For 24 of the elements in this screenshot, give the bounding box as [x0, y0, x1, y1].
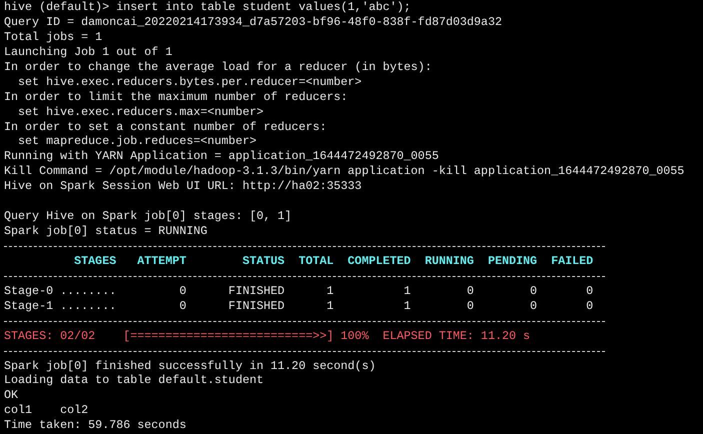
terminal-line: Spark job[0] status = RUNNING	[4, 224, 208, 238]
terminal-line: set hive.exec.reducers.max=<number>	[17, 104, 264, 119]
terminal-line: Hive on Spark Session Web UI URL: http://ha02:35333	[4, 179, 362, 194]
progress-line: STAGES: 02/02 [==========================>>] 100% ELAPSED TIME: 11.20 s	[4, 328, 530, 343]
terminal-line: col1 col2	[4, 403, 88, 418]
terminal-line: set hive.exec.reducers.bytes.per.reducer=<number>	[17, 74, 362, 89]
terminal-line: In order to limit the maximum number of reducers:	[4, 90, 348, 104]
terminal-line: Total jobs = 1	[4, 30, 102, 44]
terminal-line: Loading data to table default.student	[4, 373, 264, 388]
terminal-line: Spark job[0] finished successfully in 11.20 second(s)	[4, 358, 376, 372]
table-header: STAGES ATTEMPT STATUS TOTAL COMPLETED RUNNING PENDING FAILED	[73, 254, 594, 268]
terminal-line: hive (default)> insert into table student values(1,'abc');	[4, 0, 411, 14]
terminal-line: Kill Command = /opt/module/hadoop-3.1.3/bin/yarn application -kill application_1644472492870_0055	[4, 164, 684, 178]
terminal-line: In order to set a constant number of reducers:	[4, 120, 327, 134]
terminal-line: Query Hive on Spark job[0] stages: [0, 1]	[4, 209, 292, 224]
terminal-line: Query ID = damoncai_20220214173934_d7a57203-bf96-48f0-838f-fd87d03d9a32	[4, 14, 502, 29]
terminal-line: Running with YARN Application = application_1644472492870_0055	[4, 149, 439, 164]
terminal-line: set mapreduce.job.reduces=<number>	[17, 134, 256, 148]
terminal-line: Time taken: 59.786 seconds	[4, 418, 186, 432]
table-row: Stage-1 ........ 0 FINISHED 1 1 0 0 0	[4, 298, 594, 313]
table-row: Stage-0 ........ 0 FINISHED 1 1 0 0 0	[4, 284, 594, 298]
terminal-line: Launching Job 1 out of 1	[4, 44, 172, 59]
terminal-line: In order to change the average load for a reducer (in bytes):	[4, 60, 432, 74]
terminal-line: OK	[4, 388, 18, 402]
